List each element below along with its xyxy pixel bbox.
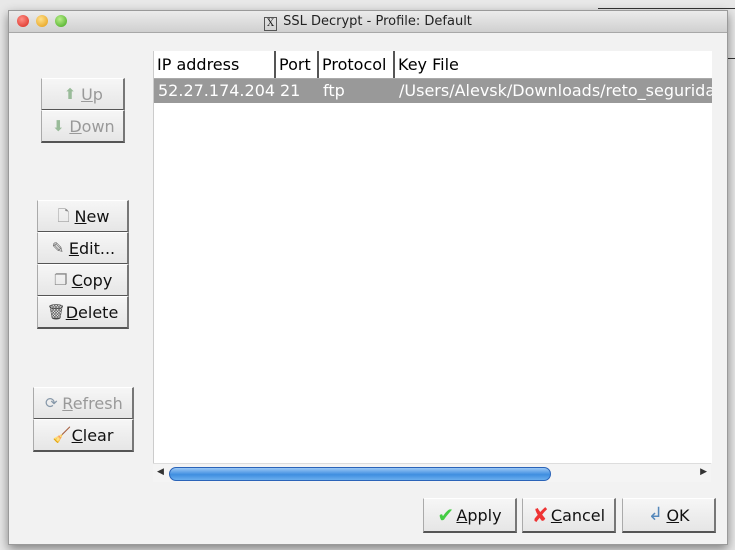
delete-button[interactable]: 🗑 Delete <box>37 296 129 329</box>
scrollbar-thumb[interactable] <box>169 467 551 481</box>
copy-label: Copy <box>71 270 113 290</box>
down-button[interactable]: ⬇ Down <box>41 110 125 143</box>
scroll-left-arrow-icon[interactable]: ◀ <box>157 467 164 477</box>
apply-button[interactable]: ✔ Apply <box>423 498 517 533</box>
trash-icon: 🗑 <box>46 303 66 321</box>
new-button[interactable]: 🗋 New <box>37 200 129 233</box>
edit-button[interactable]: ✎ Edit... <box>37 232 129 265</box>
edit-icon: ✎ <box>51 239 65 257</box>
copy-button[interactable]: ❐ Copy <box>37 264 129 297</box>
up-label: Up <box>81 84 103 104</box>
table-row[interactable]: 52.27.174.204 21 ftp /Users/Alevsk/Downl… <box>154 79 712 103</box>
return-arrow-icon: ↲ <box>647 504 663 525</box>
delete-label: Delete <box>65 302 119 322</box>
cancel-button[interactable]: ✘ Cancel <box>522 498 616 533</box>
red-x-icon: ✘ <box>531 503 549 527</box>
clear-label: Clear <box>71 425 114 445</box>
table-header: IP address Port Protocol Key File <box>154 51 712 79</box>
ok-label: OK <box>666 505 690 525</box>
copy-icon: ❐ <box>53 271 68 289</box>
arrow-down-icon: ⬇ <box>52 117 65 135</box>
title-bar[interactable]: X SSL Decrypt - Profile: Default <box>9 11 727 33</box>
checkmark-icon: ✔ <box>437 503 455 527</box>
up-button[interactable]: ⬆ Up <box>41 78 125 111</box>
down-label: Down <box>69 116 115 136</box>
ok-button[interactable]: ↲ OK <box>622 498 716 533</box>
new-label: New <box>74 206 110 226</box>
scroll-right-arrow-icon[interactable]: ▶ <box>700 467 707 477</box>
broom-icon: 🧹 <box>52 426 72 444</box>
document-icon: 🗋 <box>57 207 70 225</box>
x11-icon: X <box>264 17 278 31</box>
clear-button[interactable]: 🧹 Clear <box>33 419 134 452</box>
horizontal-scrollbar[interactable]: ◀ ▶ <box>153 463 711 482</box>
refresh-label: Refresh <box>62 393 123 413</box>
column-header-protocol[interactable]: Protocol <box>319 51 395 78</box>
window-title: X SSL Decrypt - Profile: Default <box>9 14 727 31</box>
refresh-icon: ⟳ <box>44 394 58 412</box>
window-title-text: SSL Decrypt - Profile: Default <box>283 14 472 29</box>
cell-protocol: ftp <box>323 81 345 100</box>
cell-port: 21 <box>280 81 301 100</box>
column-header-ip[interactable]: IP address <box>154 51 276 78</box>
ssl-decrypt-dialog: X SSL Decrypt - Profile: Default ⬆ Up ⬇ Dow… <box>8 10 728 545</box>
cancel-label: Cancel <box>550 505 606 525</box>
apply-label: Apply <box>456 505 502 525</box>
cell-keyfile: /Users/Alevsk/Downloads/reto_seguridad <box>399 81 712 100</box>
arrow-up-icon: ⬆ <box>63 85 77 103</box>
column-header-keyfile[interactable]: Key File <box>395 51 712 78</box>
cell-ip: 52.27.174.204 <box>158 81 276 100</box>
refresh-button[interactable]: ⟳ Refresh <box>33 387 134 420</box>
ssl-keys-table[interactable]: IP address Port Protocol Key File 52.27.… <box>153 51 712 463</box>
edit-label: Edit... <box>68 238 116 258</box>
column-header-port[interactable]: Port <box>276 51 319 78</box>
